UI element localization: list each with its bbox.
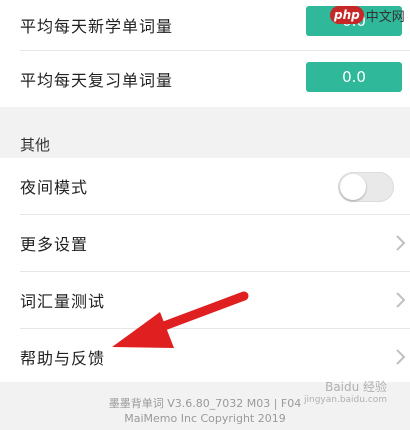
red-arrow-annotation — [112, 291, 249, 348]
baidu-watermark-url: jingyan.baidu.com — [304, 395, 388, 405]
php-badge: php — [330, 6, 364, 24]
baidu-watermark-title: Baidu 经验 — [325, 380, 388, 394]
php-cn-text: 中文网 — [365, 9, 405, 25]
php-watermark: php 中文网 — [330, 2, 410, 28]
baidu-watermark: Baidu 经验 jingyan.baidu.com — [304, 378, 387, 405]
